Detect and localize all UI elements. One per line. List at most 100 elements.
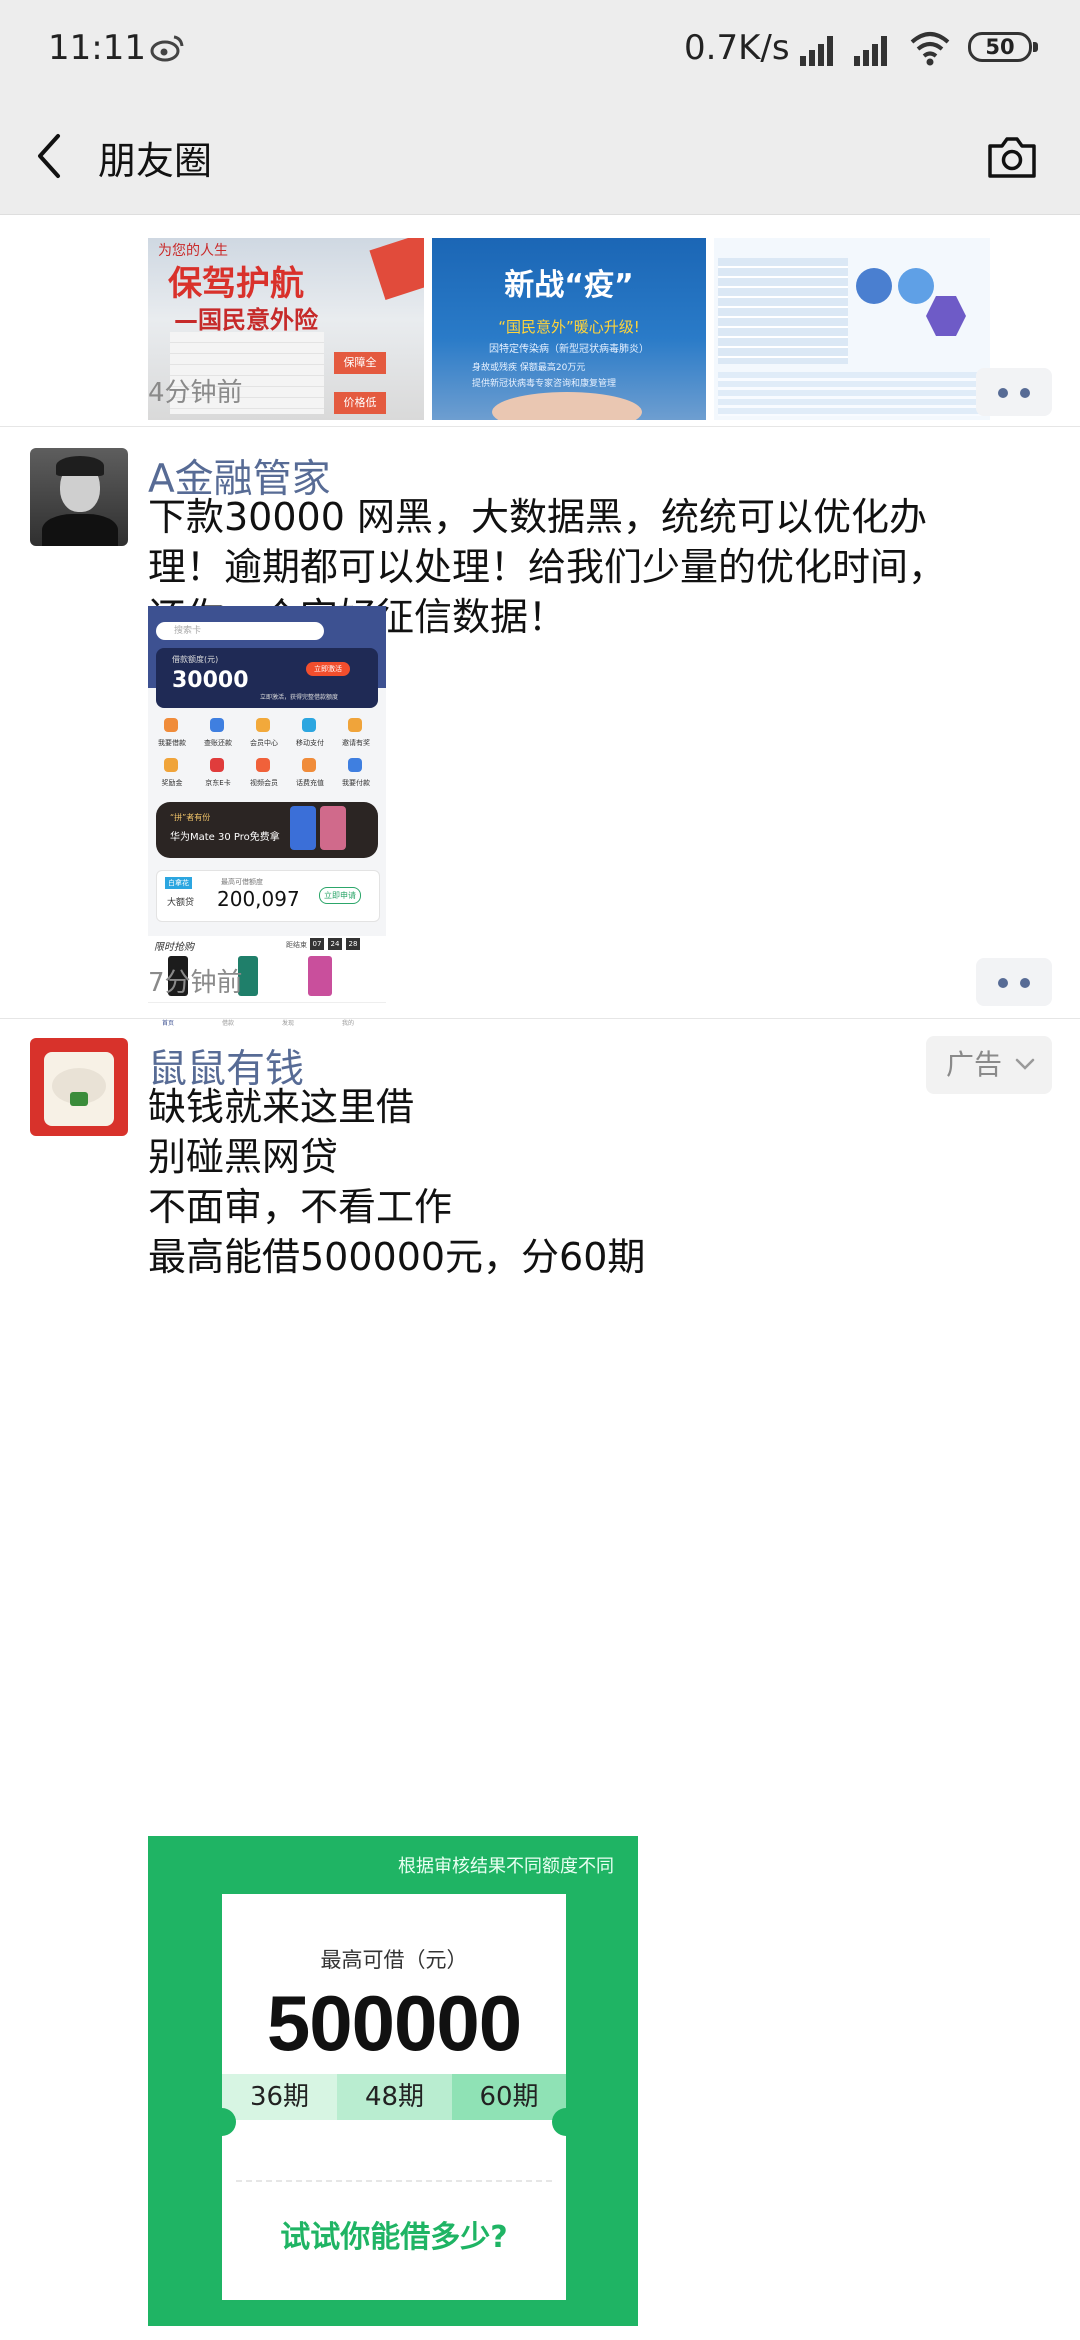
ph-grid-icon <box>348 758 362 772</box>
chevron-down-icon <box>1015 1058 1035 1070</box>
ad-image-max-label: 最高可借（元） <box>320 1948 468 1972</box>
ad-image-dashed-line <box>236 2180 552 2182</box>
ph-grid-icon <box>210 718 224 732</box>
post1-image3-circle-1 <box>856 268 892 304</box>
moments-feed[interactable]: 为您的人生 保驾护航 —国民意外险 保障全 价格低 新战“疫” “国民意外”暖心… <box>0 214 1080 2340</box>
ph-phone-image <box>320 806 346 850</box>
post1-image3-circle-2 <box>898 268 934 304</box>
post3-avatar[interactable] <box>30 1038 128 1136</box>
ph-grid-label: 视频会员 <box>250 779 278 787</box>
post1-image-3[interactable] <box>714 238 990 420</box>
more-dot <box>1020 388 1030 398</box>
post2-more-button[interactable] <box>976 958 1052 1006</box>
ph-amount: 30000 <box>172 668 249 693</box>
ph-credit-tag: 白拿花 <box>165 877 192 889</box>
ph-clock-seconds: 28 <box>346 938 360 950</box>
post1-image3-hexagon <box>926 296 966 336</box>
camera-icon[interactable] <box>984 134 1040 180</box>
ph-grid-icon <box>348 718 362 732</box>
post1-image1-envelope <box>369 238 424 300</box>
ph-clock-minutes: 24 <box>328 938 342 950</box>
ad-image-cta: 试试你能借多少? <box>280 2220 508 2255</box>
ph-apply-button: 立即激活 <box>306 662 350 676</box>
ph-grid-icon <box>210 758 224 772</box>
ad-image-note: 根据审核结果不同额度不同 <box>398 1856 614 1877</box>
post1-image1-badge-1: 保障全 <box>334 352 386 374</box>
post1-time: 4分钟前 <box>148 378 243 408</box>
ph-credit-label: 大额贷 <box>167 898 195 908</box>
ad-image-term: 48期 <box>337 2074 452 2120</box>
post1-image2-hands <box>492 392 642 420</box>
ph-grid-row-2: 奖励金 京东E卡 视频会员 话费充值 我要付款 <box>154 758 380 796</box>
post1-image1-caption-sub: —国民意外险 <box>174 306 318 334</box>
ph-flash-end: 距结束 <box>286 941 307 949</box>
wifi-icon <box>910 32 950 66</box>
battery-icon: 50 <box>968 32 1038 62</box>
ph-limit-label: 借款额度(元) <box>172 655 219 664</box>
ph-card: 借款额度(元) 30000 立即激活 立即激活，获得完整借款额度 <box>156 648 378 708</box>
ph-credit-amount: 200,097 <box>217 887 300 911</box>
post-divider <box>0 426 1080 427</box>
post1-image3-text-block <box>718 372 986 416</box>
ph-flash-title: 限时抢购 <box>154 942 194 953</box>
avatar-hair <box>56 456 104 476</box>
ad-image-notch-left <box>208 2108 236 2136</box>
more-dot <box>998 388 1008 398</box>
avatar-body <box>42 514 118 546</box>
ph-search: 搜索卡 <box>156 622 324 640</box>
ph-banner-small: “拼”者有份 <box>170 813 211 822</box>
post1-image2-caption-line2: 因特定传染病（新型冠状病毒肺炎） <box>489 344 649 355</box>
post2-image[interactable]: 搜索卡 借款额度(元) 30000 立即激活 立即激活，获得完整借款额度 我要借… <box>148 606 386 940</box>
post1-image1-badge-2: 价格低 <box>334 392 386 414</box>
ph-phone-image <box>290 806 316 850</box>
ad-image-amount: 500000 <box>266 1979 522 2067</box>
ph-banner: “拼”者有份 华为Mate 30 Pro免费拿 <box>156 802 378 858</box>
ph-grid-label: 我要借款 <box>158 739 186 747</box>
ph-grid-icon <box>302 758 316 772</box>
post3-text: 缺钱就来这里借 别碰黑网贷 不面审，不看工作 最高能借500000元，分60期 <box>148 1085 646 1279</box>
ph-tab: 发现 <box>282 1020 295 1027</box>
ph-grid-label: 京东E卡 <box>205 779 231 787</box>
ph-grid-row-1: 我要借款 查账还款 会员中心 移动支付 邀请有奖 <box>154 718 380 756</box>
post1-more-button[interactable] <box>976 368 1052 416</box>
post1-image2-check-1: 身故或残疾 保额最高20万元 <box>472 363 586 373</box>
post3-ad-image[interactable]: 根据审核结果不同额度不同 最高可借（元） 500000 36期 48期 60期 … <box>148 1836 638 2326</box>
ph-grid-icon <box>256 758 270 772</box>
more-dot <box>1020 978 1030 988</box>
weibo-icon <box>150 35 184 62</box>
ad-image-card: 最高可借（元） 500000 36期 48期 60期 试试你能借多少? <box>222 1894 566 2300</box>
nav-bar: 朋友圈 <box>0 96 1080 215</box>
post2-avatar[interactable] <box>30 448 128 546</box>
signal-icon <box>800 36 833 66</box>
ph-credit-top: 最高可借额度 <box>221 878 263 886</box>
post2-time: 7分钟前 <box>148 968 243 998</box>
status-time: 11:11 <box>48 28 146 68</box>
more-dot <box>998 978 1008 988</box>
ph-banner-main: 华为Mate 30 Pro免费拿 <box>170 832 280 843</box>
ad-image-term: 60期 <box>452 2074 566 2120</box>
ph-grid-label: 话费充值 <box>296 779 324 787</box>
post1-image2-caption-main: 新战“疫” <box>504 268 634 303</box>
ph-grid-label: 我要付款 <box>342 779 370 787</box>
ph-grid-label: 查账还款 <box>204 739 232 747</box>
ad-image-notch-right <box>552 2108 580 2136</box>
ad-tag-label: 广告 <box>946 1048 1003 1081</box>
back-arrow-icon[interactable] <box>30 130 70 182</box>
ph-grid-label: 奖励金 <box>161 779 183 787</box>
post1-image-2[interactable]: 新战“疫” “国民意外”暖心升级! 因特定传染病（新型冠状病毒肺炎） 身故或残疾… <box>432 238 706 420</box>
ph-grid-label: 会员中心 <box>250 739 278 747</box>
ph-credit-button: 立即申请 <box>319 887 361 904</box>
ph-tab: 我的 <box>342 1020 355 1027</box>
ph-credit-card: 白拿花 大额贷 最高可借额度 200,097 立即申请 <box>156 870 380 922</box>
post1-image2-check-2: 提供新冠状病毒专家咨询和康复管理 <box>472 379 617 389</box>
post1-image1-caption-main: 保驾护航 <box>168 264 304 304</box>
ph-tab: 首页 <box>162 1020 175 1027</box>
ph-grid-icon <box>256 718 270 732</box>
network-speed: 0.7K/s <box>684 28 790 68</box>
post1-image2-caption-line1: “国民意外”暖心升级! <box>498 318 640 336</box>
status-bar: 11:11 0.7K/s 50 <box>0 0 1080 96</box>
ad-image-term: 36期 <box>222 2074 337 2120</box>
ph-clock-hours: 07 <box>310 938 324 950</box>
ph-product-phone <box>308 956 332 996</box>
signal-icon-2 <box>854 36 887 66</box>
